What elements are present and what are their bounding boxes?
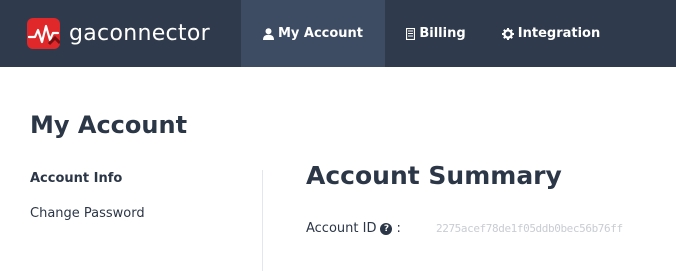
- question-circle-icon[interactable]: ?: [380, 222, 393, 235]
- page-title: My Account: [30, 111, 188, 139]
- heartbeat-logo-icon: [27, 18, 60, 49]
- gear-icon: [501, 27, 514, 40]
- sidebar-item-account-info[interactable]: Account Info: [30, 171, 145, 186]
- brand-name: gaconnector: [69, 21, 210, 46]
- account-sidebar: Account Info Change Password: [30, 171, 145, 241]
- account-id-label: Account ID: [306, 221, 377, 236]
- tab-billing[interactable]: Billing: [385, 0, 487, 67]
- tab-integration[interactable]: Integration: [491, 0, 611, 67]
- tab-my-account-label: My Account: [277, 26, 364, 41]
- receipt-icon: [406, 27, 416, 40]
- user-icon: [262, 27, 274, 40]
- tab-billing-label: Billing: [419, 26, 466, 41]
- top-navbar: gaconnector My Account Billing Integrati…: [0, 0, 676, 67]
- account-summary-heading: Account Summary: [306, 161, 562, 190]
- tab-my-account[interactable]: My Account: [241, 0, 385, 67]
- brand[interactable]: gaconnector: [0, 0, 241, 67]
- sidebar-item-change-password[interactable]: Change Password: [30, 206, 145, 221]
- account-id-value: 2275acef78de1f05ddb0bec56b76ff: [436, 222, 623, 235]
- account-id-row: Account ID ? :: [306, 221, 401, 236]
- vertical-divider: [262, 170, 263, 271]
- account-id-separator: :: [396, 221, 401, 236]
- tab-integration-label: Integration: [517, 26, 601, 41]
